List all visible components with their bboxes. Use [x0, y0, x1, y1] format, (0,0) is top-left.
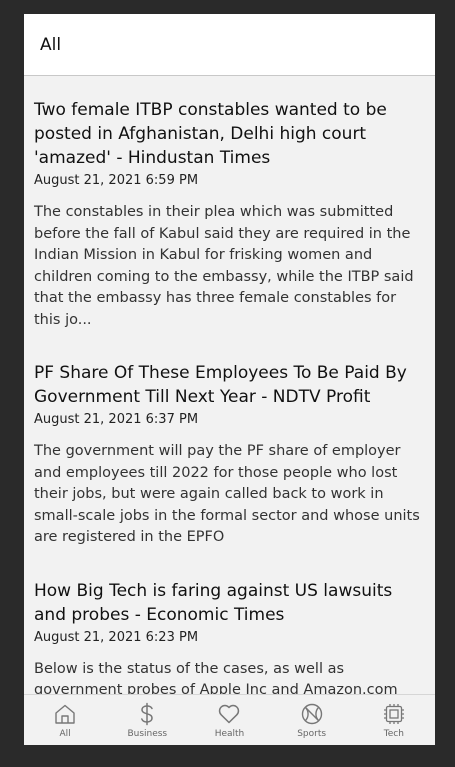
ball-icon	[301, 703, 322, 724]
article-title[interactable]: How Big Tech is faring against US lawsui…	[34, 579, 425, 627]
app-window: All Two female ITBP constables wanted to…	[24, 14, 435, 745]
article-date: August 21, 2021 6:37 PM	[34, 412, 199, 427]
article-summary: Below is the status of the cases, as wel…	[34, 660, 398, 696]
article-card[interactable]: PF Share Of These Employees To Be Paid B…	[34, 331, 425, 549]
news-feed[interactable]: Two female ITBP constables wanted to be …	[24, 76, 435, 695]
nav-label: Business	[127, 728, 168, 739]
nav-item-tech[interactable]: Tech	[359, 702, 429, 739]
nav-item-business[interactable]: Business	[112, 702, 182, 739]
article-card[interactable]: How Big Tech is faring against US lawsui…	[34, 549, 425, 696]
article-date: August 21, 2021 6:59 PM	[34, 173, 199, 188]
dollar-icon	[141, 702, 154, 725]
article-title[interactable]: PF Share Of These Employees To Be Paid B…	[34, 361, 425, 409]
article-summary: The government will pay the PF share of …	[34, 443, 420, 545]
nav-item-health[interactable]: Health	[194, 702, 264, 739]
bottom-navigation: All Business Health Sports Tech	[24, 694, 435, 745]
nav-label: Health	[214, 728, 245, 739]
chip-icon	[383, 703, 404, 724]
app-header: All	[24, 14, 435, 76]
nav-label: Sports	[297, 728, 327, 739]
article-card[interactable]: Two female ITBP constables wanted to be …	[34, 76, 425, 331]
nav-label: All	[59, 728, 71, 739]
home-icon	[55, 704, 75, 724]
page-title: All	[40, 34, 62, 55]
heart-icon	[219, 704, 240, 723]
nav-label: Tech	[383, 728, 404, 739]
article-title[interactable]: Two female ITBP constables wanted to be …	[34, 98, 425, 170]
article-date: August 21, 2021 6:23 PM	[34, 629, 199, 645]
nav-item-sports[interactable]: Sports	[277, 702, 347, 739]
nav-item-all[interactable]: All	[30, 702, 100, 739]
article-summary: The constables in their plea which was s…	[34, 204, 414, 328]
